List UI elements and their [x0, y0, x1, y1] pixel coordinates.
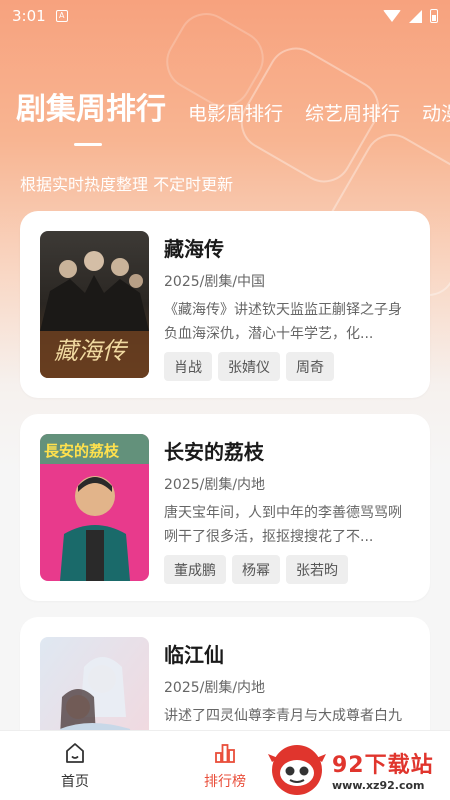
watermark-logo-icon: [268, 745, 326, 795]
poster-title-art: 長安的荔枝: [44, 442, 120, 460]
item-description: 《藏海传》讲述钦天监监正蒯铎之子身负血海深仇，潜心十年学艺，化...: [164, 302, 402, 342]
actor-tags: 肖战 张婧仪 周奇: [164, 352, 412, 381]
actor-tags: 董成鹏 杨幂 张若昀: [164, 555, 412, 584]
tab-movie-weekly[interactable]: 电影周排行: [188, 99, 283, 132]
item-meta: 2025/剧集/内地: [164, 680, 266, 696]
poster-image[interactable]: 長安的荔枝: [40, 434, 149, 581]
item-description: 唐天宝年间，人到中年的李善德骂骂咧咧干了很多活，抠抠搜搜花了不...: [164, 505, 402, 545]
status-icons: [383, 9, 438, 23]
nav-home-label: 首页: [61, 773, 89, 790]
list-item[interactable]: 藏海传 藏海传 2025/剧集/中国 《藏海传》讲述钦天监监正蒯铎之子身负血海深…: [20, 211, 430, 398]
actor-tag[interactable]: 杨幂: [232, 555, 280, 584]
status-bar: 3:01 A: [0, 0, 450, 32]
tab-drama-weekly[interactable]: 剧集周排行: [16, 84, 166, 146]
poster-image[interactable]: 藏海传: [40, 231, 149, 378]
item-meta: 2025/剧集/中国: [164, 274, 266, 290]
watermark-title: 92下载站: [332, 752, 434, 778]
ranking-subtitle: 根据实时热度整理 不定时更新: [20, 175, 234, 194]
wifi-icon: [383, 10, 401, 22]
status-time: 3:01: [12, 7, 46, 25]
watermark-text: 92下载站 www.xz92.com: [332, 747, 434, 792]
nav-ranking-label: 排行榜: [204, 773, 246, 790]
nav-home[interactable]: 首页: [0, 731, 150, 800]
poster-title-art: 藏海传: [54, 337, 129, 365]
tab-anime[interactable]: 动漫: [422, 99, 450, 132]
item-info: 长安的荔枝 2025/剧集/内地 唐天宝年间，人到中年的李善德骂骂咧咧干了很多活…: [164, 436, 412, 584]
actor-tag[interactable]: 周奇: [286, 352, 334, 381]
tab-variety-weekly[interactable]: 综艺周排行: [305, 99, 400, 132]
item-info: 藏海传 2025/剧集/中国 《藏海传》讲述钦天监监正蒯铎之子身负血海深仇，潜心…: [164, 233, 412, 381]
ranking-tabs: 剧集周排行 电影周排行 综艺周排行 动漫: [16, 82, 450, 146]
signal-icon: [409, 9, 422, 23]
watermark-url: www.xz92.com: [332, 778, 425, 792]
home-icon: [66, 742, 84, 763]
actor-tag[interactable]: 张若昀: [286, 555, 348, 584]
item-meta: 2025/剧集/内地: [164, 477, 266, 493]
ranking-list: 藏海传 藏海传 2025/剧集/中国 《藏海传》讲述钦天监监正蒯铎之子身负血海深…: [20, 211, 430, 800]
actor-tag[interactable]: 肖战: [164, 352, 212, 381]
ranking-icon: [215, 743, 235, 763]
actor-tag[interactable]: 张婧仪: [218, 352, 280, 381]
item-title[interactable]: 藏海传: [164, 233, 412, 263]
watermark: 92下载站 www.xz92.com: [266, 738, 450, 800]
actor-tag[interactable]: 董成鹏: [164, 555, 226, 584]
item-title[interactable]: 长安的荔枝: [164, 436, 412, 466]
item-title[interactable]: 临江仙: [164, 639, 412, 669]
battery-icon: [430, 9, 438, 23]
list-item[interactable]: 長安的荔枝 长安的荔枝 2025/剧集/内地 唐天宝年间，人到中年的李善德骂骂咧…: [20, 414, 430, 601]
notification-icon: A: [55, 10, 68, 22]
